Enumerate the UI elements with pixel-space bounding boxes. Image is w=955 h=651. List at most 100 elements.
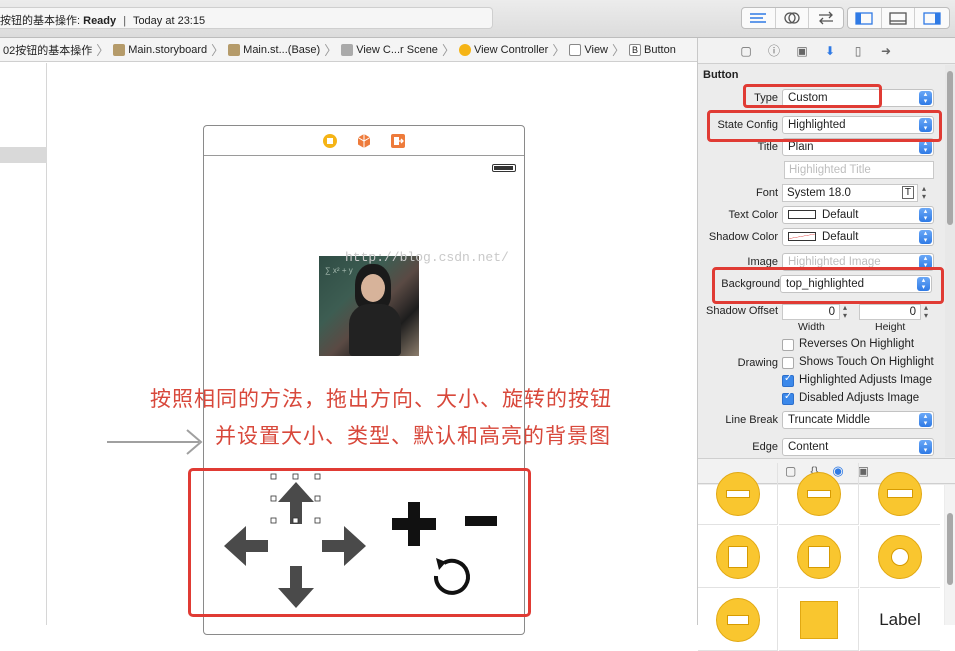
scroll-thumb[interactable] <box>947 71 953 225</box>
storyboard-file-icon <box>228 43 241 56</box>
arrows-swap-icon <box>819 11 834 25</box>
edge-popup[interactable]: Content ▴ ▾ <box>782 438 934 456</box>
font-row: Font System 18.0 T ▴ ▾ <box>698 183 944 203</box>
status-state: Ready <box>83 15 117 27</box>
view-icon <box>569 43 582 56</box>
assistant-editor-button[interactable] <box>776 8 810 28</box>
shows-touch-checkbox[interactable] <box>782 357 794 369</box>
inspector-tabs: ▢ ⓘ ▣ ⬇ ▯ ➜ <box>698 38 955 64</box>
debug-toggle-button[interactable] <box>882 8 916 28</box>
shadow-width-stepper[interactable]: ▴ ▾ <box>843 304 847 320</box>
shadow-color-row: Shadow Color Default ▴ ▾ <box>698 227 944 247</box>
popup-arrows-icon: ▴ ▾ <box>919 140 932 154</box>
library-item-label[interactable]: Label <box>860 589 940 651</box>
scroll-thumb[interactable] <box>947 513 953 585</box>
crumb-storyboard[interactable]: Main.storyboard <box>110 43 210 56</box>
crumb-scene[interactable]: View C...r Scene <box>338 43 441 56</box>
file-inspector-icon[interactable]: ▢ <box>738 43 754 59</box>
state-config-highlight-box <box>707 110 942 142</box>
title-label: Title <box>757 141 778 153</box>
cube-icon <box>799 600 838 639</box>
text-color-popup[interactable]: Default ▴ ▾ <box>782 206 934 224</box>
library-item[interactable] <box>779 589 859 651</box>
entry-arrow-icon <box>107 429 203 455</box>
battery-icon <box>492 164 516 172</box>
shadow-height-field[interactable]: 0 <box>859 304 921 320</box>
view-controller-icon[interactable] <box>322 133 338 149</box>
font-picker-icon[interactable]: T <box>901 186 914 199</box>
section-title: Button <box>703 69 739 81</box>
right-panel-icon <box>923 11 941 25</box>
library-scrollbar[interactable] <box>945 485 955 625</box>
jump-bar: 02按钮的基本操作 〉 Main.storyboard 〉 Main.st...… <box>0 38 697 62</box>
size-inspector-icon[interactable]: ▯ <box>850 43 866 59</box>
crumb-view[interactable]: View <box>566 43 611 56</box>
library-object-icon <box>878 534 922 579</box>
height-caption: Height <box>875 321 906 333</box>
help-inspector-icon[interactable]: ⓘ <box>766 43 782 59</box>
watermark-text: http://blog.csdn.net/ <box>345 250 509 265</box>
crumb-button[interactable]: B Button <box>626 43 679 56</box>
button-b-icon: B <box>629 43 642 56</box>
popup-arrows-icon: ▴ ▾ <box>919 440 932 454</box>
navigator-toggle-button[interactable] <box>848 8 882 28</box>
navigator-selected-row[interactable] <box>0 147 47 163</box>
exit-icon[interactable] <box>390 133 406 149</box>
scene-icon <box>341 43 354 56</box>
crumb-project[interactable]: 02按钮的基本操作 <box>0 42 95 58</box>
library-item[interactable] <box>698 463 778 525</box>
library-item[interactable] <box>860 463 940 525</box>
adjusts-image-checkbox[interactable] <box>782 373 794 387</box>
text-color-row: Text Color Default ▴ ▾ <box>698 205 944 225</box>
shadow-height-stepper[interactable]: ▴ ▾ <box>924 304 928 320</box>
disabled-adjusts-label: Disabled Adjusts Image <box>799 392 920 404</box>
font-size-stepper[interactable]: ▴ ▾ <box>922 185 926 201</box>
library-object-icon <box>715 534 760 579</box>
library-item[interactable] <box>698 526 778 588</box>
status-project: 按钮的基本操作: <box>0 15 81 27</box>
font-label: Font <box>755 187 778 199</box>
photo-body <box>349 304 401 356</box>
adjusts-image-label: Highlighted Adjusts Image <box>799 374 932 386</box>
identity-inspector-icon[interactable]: ▣ <box>794 43 810 59</box>
crumb-separator: 〉 <box>96 43 110 58</box>
inspector-scrollbar[interactable] <box>945 65 955 457</box>
reverses-row: Reverses On Highlight <box>698 335 944 355</box>
connections-inspector-icon[interactable]: ➜ <box>878 43 894 59</box>
status-time: Today at 23:15 <box>132 15 206 27</box>
library-item[interactable] <box>779 463 859 525</box>
popup-arrows-icon: ▴ ▾ <box>919 413 932 427</box>
library-item[interactable] <box>860 526 940 588</box>
shadow-color-label: Shadow Color <box>708 231 778 243</box>
standard-editor-button[interactable] <box>742 8 776 28</box>
crumb-separator: 〉 <box>211 43 225 58</box>
shadow-width-field[interactable]: 0 <box>782 304 840 320</box>
shows-touch-label: Shows Touch On Highlight <box>799 356 934 368</box>
line-break-popup[interactable]: Truncate Middle ▴ ▾ <box>782 411 934 429</box>
title-field[interactable]: Highlighted Title <box>784 161 934 179</box>
utilities-toggle-button[interactable] <box>915 8 949 28</box>
library-object-icon <box>796 534 841 579</box>
view-controller-icon <box>458 43 471 56</box>
crumb-storyboard-base[interactable]: Main.st...(Base) <box>225 43 323 56</box>
library-object-icon <box>715 471 760 516</box>
popup-arrows-icon: ▴ ▾ <box>919 91 932 105</box>
color-swatch <box>788 232 816 242</box>
first-responder-icon[interactable] <box>356 133 372 149</box>
disabled-adjusts-checkbox[interactable] <box>782 391 794 405</box>
attributes-inspector-icon[interactable]: ⬇ <box>822 43 838 59</box>
library-item[interactable] <box>698 589 778 651</box>
utilities-pane: ▢ ⓘ ▣ ⬇ ▯ ➜ Button Type Custom ▴ ▾ State C… <box>697 38 955 651</box>
font-field[interactable]: System 18.0 T <box>782 184 918 202</box>
library-item[interactable] <box>779 526 859 588</box>
shadow-color-popup[interactable]: Default ▴ ▾ <box>782 228 934 246</box>
library-object-icon <box>878 471 922 516</box>
main-toolbar: 按钮的基本操作: Ready | Today at 23:15 <box>0 0 955 38</box>
navigator-pane <box>0 63 47 625</box>
chalkboard-texture: ∑ x² + y <box>325 266 353 275</box>
version-editor-button[interactable] <box>809 8 843 28</box>
reverses-checkbox[interactable] <box>782 339 794 351</box>
crumb-view-controller[interactable]: View Controller <box>456 43 551 56</box>
photo-image-view[interactable]: ∑ x² + y <box>319 256 419 356</box>
storyboard-file-icon <box>113 43 126 56</box>
